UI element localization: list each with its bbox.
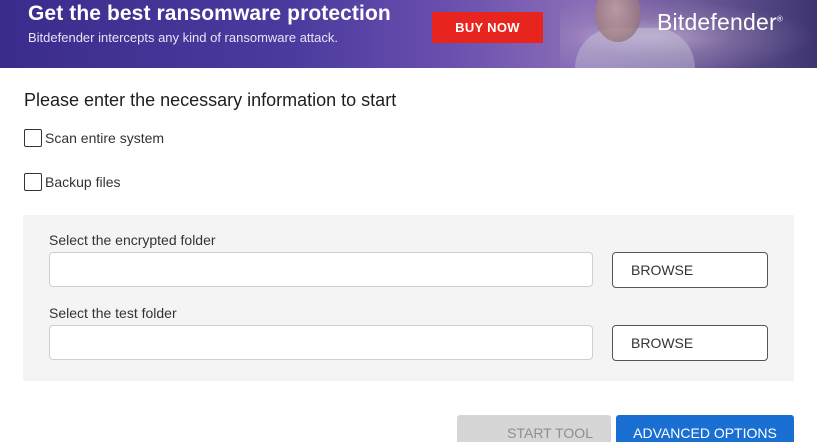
buy-now-button[interactable]: BUY NOW	[432, 12, 543, 43]
scan-entire-system-checkbox[interactable]	[24, 129, 42, 147]
advanced-options-button[interactable]: ADVANCED OPTIONS	[616, 415, 794, 442]
start-tool-button[interactable]: START TOOL	[457, 415, 611, 442]
scan-entire-system-option[interactable]: Scan entire system	[24, 129, 164, 147]
backup-files-checkbox[interactable]	[24, 173, 42, 191]
start-tool-label: START TOOL	[507, 425, 593, 441]
brand-logo: Bitdefender®	[657, 9, 783, 36]
test-folder-label: Select the test folder	[49, 305, 177, 321]
encrypted-folder-label: Select the encrypted folder	[49, 232, 216, 248]
test-folder-input[interactable]	[49, 325, 593, 360]
backup-files-option[interactable]: Backup files	[24, 173, 120, 191]
banner-subtitle: Bitdefender intercepts any kind of ranso…	[28, 30, 338, 45]
scan-entire-system-label: Scan entire system	[45, 130, 165, 146]
banner-title: Get the best ransomware protection	[28, 2, 391, 25]
backup-files-label: Backup files	[45, 174, 121, 190]
advanced-options-label: ADVANCED OPTIONS	[633, 425, 777, 441]
encrypted-folder-input[interactable]	[49, 252, 593, 287]
registered-mark: ®	[776, 14, 783, 24]
promo-banner[interactable]: Get the best ransomware protection Bitde…	[0, 0, 817, 68]
instruction-text: Please enter the necessary information t…	[24, 90, 397, 110]
brand-name: Bitdefender	[657, 9, 777, 35]
browse-encrypted-folder-button[interactable]: BROWSE	[612, 252, 768, 288]
browse-test-folder-button[interactable]: BROWSE	[612, 325, 768, 361]
